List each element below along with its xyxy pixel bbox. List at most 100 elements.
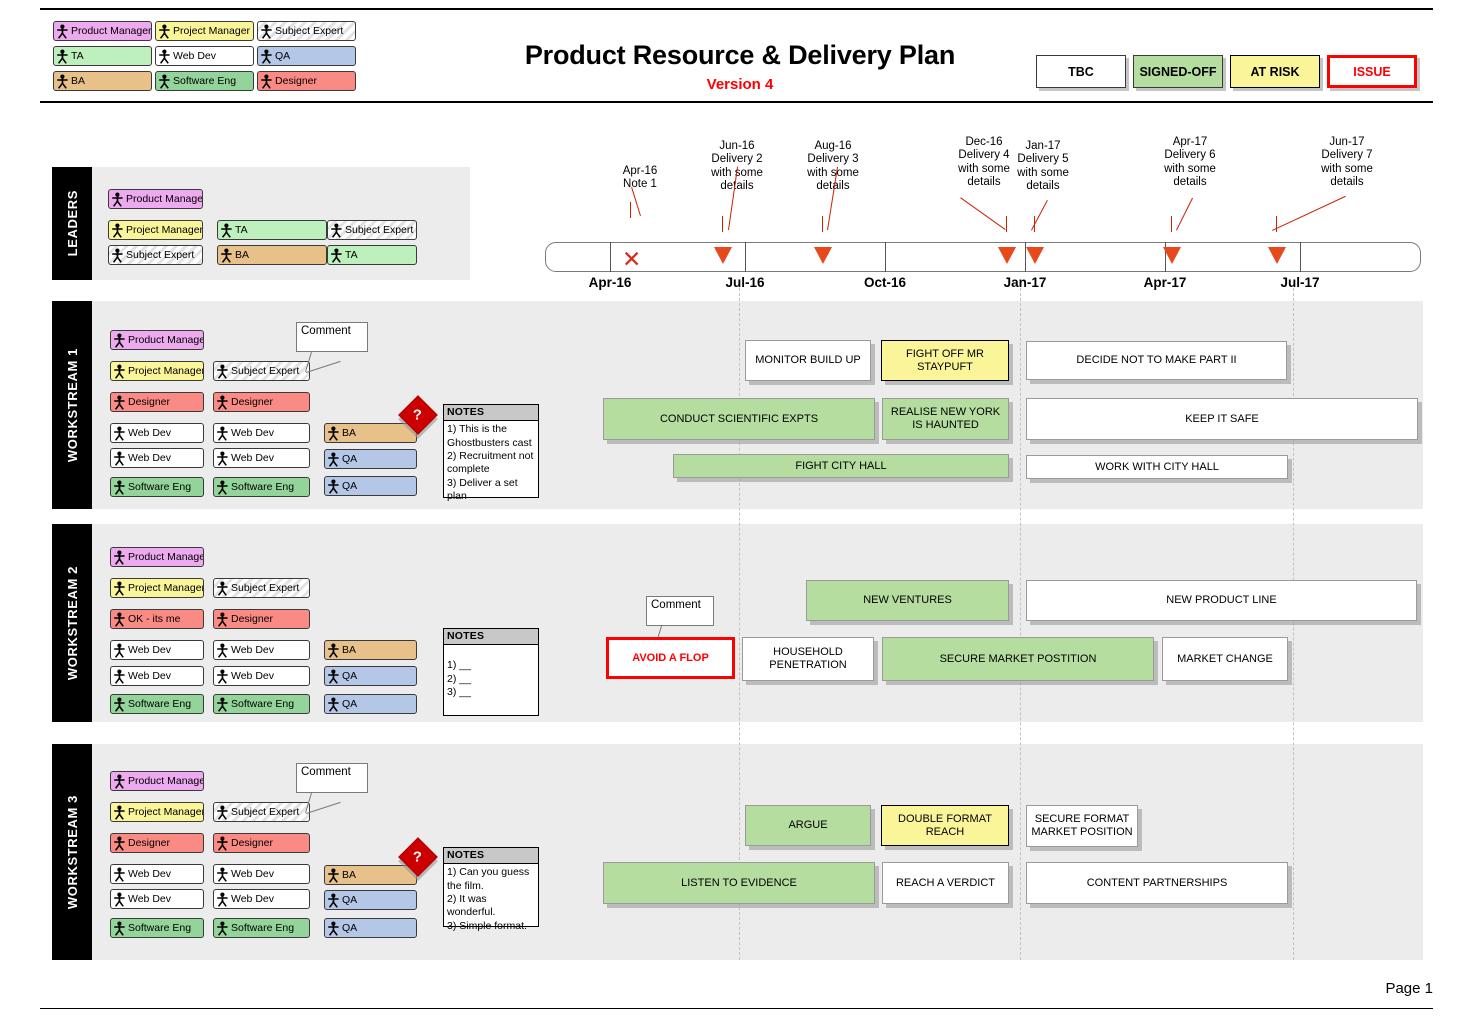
- ws-resource[interactable]: QA: [324, 694, 417, 714]
- ws-resource[interactable]: Software Eng: [213, 694, 310, 714]
- ws-resource[interactable]: BA: [324, 865, 417, 885]
- resource-label: Web Dev: [231, 426, 274, 439]
- status-legend-signed-off[interactable]: SIGNED-OFF: [1133, 55, 1223, 88]
- leader-resource[interactable]: Project Manager: [108, 220, 203, 240]
- leader-resource[interactable]: TA: [327, 245, 417, 265]
- comment-callout[interactable]: Comment: [646, 596, 714, 626]
- ws-resource[interactable]: Web Dev: [213, 448, 310, 468]
- task-label: CONTENT PARTNERSHIPS: [1086, 876, 1228, 889]
- comment-callout[interactable]: Comment: [296, 322, 368, 352]
- ws-resource[interactable]: Web Dev: [213, 889, 310, 909]
- ws-resource[interactable]: Web Dev: [213, 423, 310, 443]
- ws-resource[interactable]: Designer: [213, 609, 310, 629]
- ws-resource[interactable]: Web Dev: [110, 640, 204, 660]
- ws-resource[interactable]: QA: [324, 890, 417, 910]
- legend-role-project-manager[interactable]: Project Manager: [155, 21, 254, 41]
- leader-resource[interactable]: TA: [217, 220, 327, 240]
- task-bar[interactable]: CONDUCT SCIENTIFIC EXPTS: [603, 398, 875, 440]
- footer-rule: [40, 1008, 1433, 1009]
- ws-resource[interactable]: QA: [324, 918, 417, 938]
- comment-callout[interactable]: Comment: [296, 763, 368, 793]
- task-bar[interactable]: FIGHT OFF MR STAYPUFT: [881, 340, 1009, 381]
- ws-resource[interactable]: Project Manager: [110, 361, 204, 381]
- ws-resource[interactable]: Designer: [213, 392, 310, 412]
- leader-resource[interactable]: Subject Expert: [108, 245, 203, 265]
- task-bar[interactable]: REALISE NEW YORK IS HAUNTED: [882, 398, 1009, 440]
- notes-box[interactable]: NOTES 1) __ 2) __ 3) __: [443, 628, 539, 716]
- task-bar[interactable]: FIGHT CITY HALL: [673, 454, 1009, 478]
- ws-resource[interactable]: Software Eng: [110, 694, 204, 714]
- legend-role-ba[interactable]: BA: [53, 71, 152, 91]
- ws-resource[interactable]: Software Eng: [110, 477, 204, 497]
- task-bar[interactable]: LISTEN TO EVIDENCE: [603, 862, 875, 904]
- ws-resource[interactable]: Web Dev: [110, 423, 204, 443]
- ws-resource[interactable]: Designer: [110, 392, 204, 412]
- ws-resource[interactable]: Subject Expert: [213, 802, 310, 822]
- legend-role-subject-expert[interactable]: Subject Expert: [257, 21, 356, 41]
- ws-resource[interactable]: Web Dev: [110, 864, 204, 884]
- ws-resource[interactable]: Web Dev: [110, 448, 204, 468]
- ws-resource[interactable]: Web Dev: [213, 864, 310, 884]
- ws-resource[interactable]: Web Dev: [213, 666, 310, 686]
- resource-label: QA: [342, 452, 358, 465]
- leader-resource[interactable]: Subject Expert: [327, 220, 417, 240]
- ws-resource[interactable]: Designer: [110, 833, 204, 853]
- resource-label: Designer: [128, 395, 171, 408]
- task-bar[interactable]: REACH A VERDICT: [882, 862, 1009, 904]
- status-legend-at-risk[interactable]: AT RISK: [1230, 55, 1320, 88]
- legend-role-software-eng[interactable]: Software Eng: [155, 71, 254, 91]
- person-icon: [221, 248, 232, 263]
- legend-role-product-manager[interactable]: Product Manager: [53, 21, 152, 41]
- ws-resource[interactable]: BA: [324, 640, 417, 660]
- ws-resource[interactable]: Web Dev: [213, 640, 310, 660]
- ws-resource[interactable]: Software Eng: [213, 477, 310, 497]
- task-bar[interactable]: DOUBLE FORMAT REACH: [881, 805, 1009, 846]
- resource-label: Web Dev: [231, 892, 274, 905]
- task-bar[interactable]: SECURE FORMAT MARKET POSITION: [1026, 805, 1138, 847]
- legend-role-designer[interactable]: Designer: [257, 71, 356, 91]
- ws-resource[interactable]: Web Dev: [110, 889, 204, 909]
- ws-resource[interactable]: BA: [324, 423, 417, 443]
- leader-resource[interactable]: BA: [217, 245, 327, 265]
- ws-resource[interactable]: Product Manager: [110, 547, 204, 567]
- legend-role-web-dev[interactable]: Web Dev: [155, 46, 254, 66]
- ws-resource[interactable]: Designer: [213, 833, 310, 853]
- ws-resource[interactable]: Software Eng: [213, 918, 310, 938]
- resource-label: BA: [342, 426, 357, 439]
- task-bar[interactable]: CONTENT PARTNERSHIPS: [1026, 862, 1288, 904]
- ws-resource[interactable]: QA: [324, 476, 417, 496]
- status-legend-tbc[interactable]: TBC: [1036, 55, 1126, 88]
- ws-resource[interactable]: Subject Expert: [213, 578, 310, 598]
- ws-resource[interactable]: Subject Expert: [213, 361, 310, 381]
- legend-role-ta[interactable]: TA: [53, 46, 152, 66]
- ws-resource[interactable]: QA: [324, 449, 417, 469]
- task-bar[interactable]: NEW PRODUCT LINE: [1026, 580, 1417, 621]
- task-bar[interactable]: HOUSEHOLD PENETRATION: [742, 637, 874, 681]
- notes-box[interactable]: NOTES 1) Can you guess the film. 2) It wa…: [443, 847, 539, 932]
- ws-resource[interactable]: Project Manager: [110, 802, 204, 822]
- legend-role-qa[interactable]: QA: [257, 46, 356, 66]
- ws-resource[interactable]: Product Manager: [110, 771, 204, 791]
- task-bar[interactable]: SECURE MARKET POSTITION: [882, 637, 1154, 681]
- task-bar[interactable]: DECIDE NOT TO MAKE PART II: [1026, 341, 1287, 380]
- task-bar[interactable]: AVOID A FLOP: [606, 637, 735, 679]
- status-legend-label: ISSUE: [1353, 64, 1391, 79]
- ws-resource[interactable]: Project Manager: [110, 578, 204, 598]
- task-bar[interactable]: MARKET CHANGE: [1162, 637, 1288, 681]
- notes-box[interactable]: NOTES 1) This is the Ghostbusters cast 2)…: [443, 404, 539, 502]
- ws-resource[interactable]: OK - its me: [110, 609, 204, 629]
- ws-resource[interactable]: Software Eng: [110, 918, 204, 938]
- task-label: SECURE MARKET POSTITION: [939, 652, 1097, 665]
- ws-resource[interactable]: Web Dev: [110, 666, 204, 686]
- task-bar[interactable]: NEW VENTURES: [806, 580, 1009, 621]
- timeline-delivery-arrow: [1163, 247, 1181, 264]
- task-bar[interactable]: MONITOR BUILD UP: [745, 340, 871, 381]
- resource-label: TA: [71, 49, 84, 62]
- status-legend-issue[interactable]: ISSUE: [1327, 55, 1417, 88]
- task-bar[interactable]: WORK WITH CITY HALL: [1026, 455, 1288, 479]
- task-bar[interactable]: KEEP IT SAFE: [1026, 398, 1418, 440]
- ws-resource[interactable]: Product Manager: [110, 330, 204, 350]
- task-bar[interactable]: ARGUE: [745, 805, 871, 846]
- ws-resource[interactable]: QA: [324, 666, 417, 686]
- leader-resource[interactable]: Product Manager: [108, 189, 203, 209]
